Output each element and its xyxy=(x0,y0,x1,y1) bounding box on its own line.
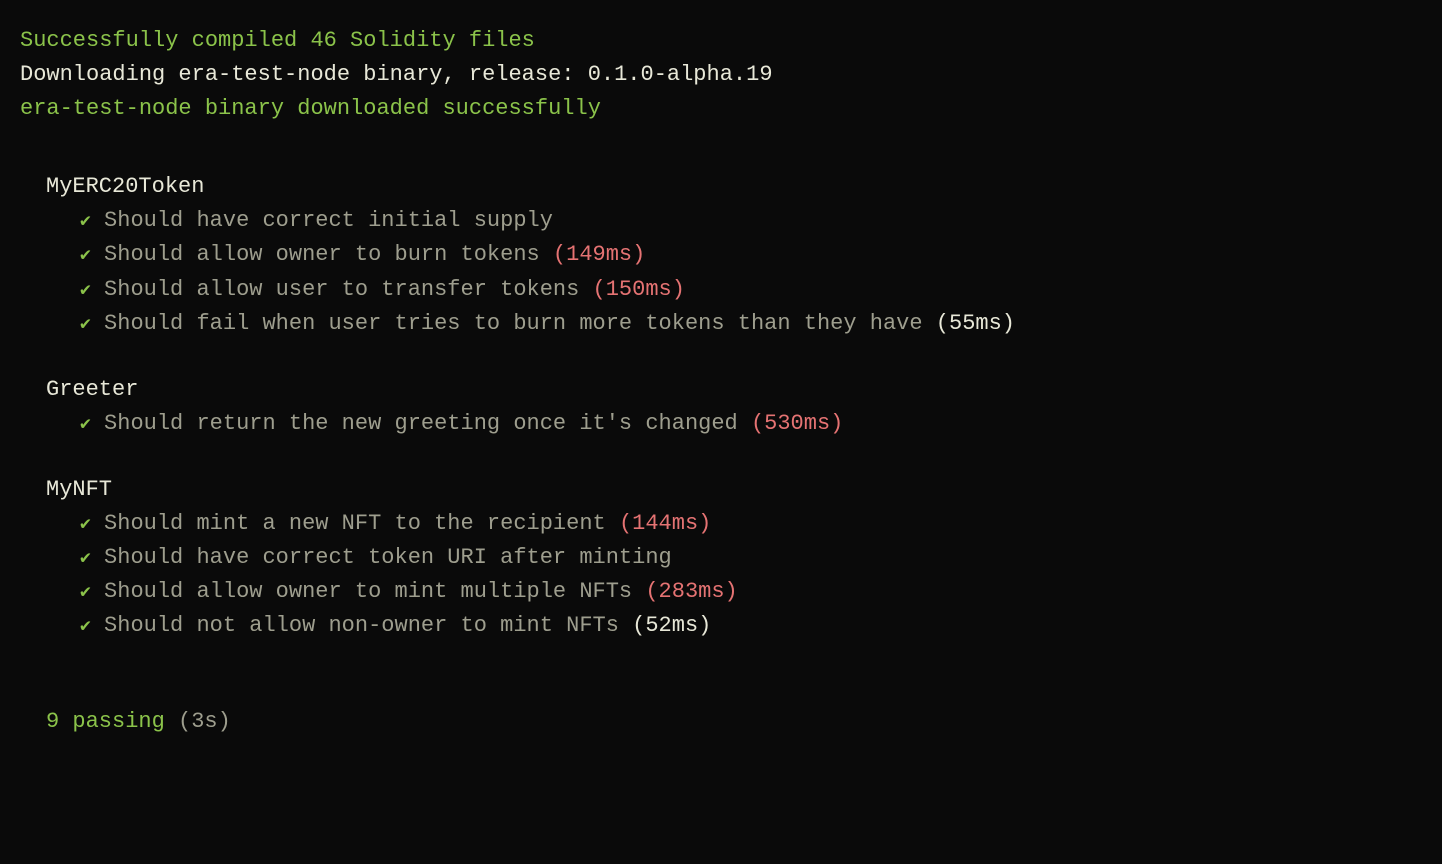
test-description: Should fail when user tries to burn more… xyxy=(104,311,923,336)
test-description: Should allow user to transfer tokens xyxy=(104,277,579,302)
test-duration: (283ms) xyxy=(645,579,737,604)
test-case: ✔ Should allow owner to burn tokens (149… xyxy=(20,238,1422,272)
test-description: Should allow owner to mint multiple NFTs xyxy=(104,579,632,604)
suite-title: MyERC20Token xyxy=(20,170,1422,204)
downloading-line: Downloading era-test-node binary, releas… xyxy=(20,58,1422,92)
test-description: Should mint a new NFT to the recipient xyxy=(104,511,606,536)
test-description: Should have correct initial supply xyxy=(104,208,553,233)
check-icon: ✔ xyxy=(80,617,91,637)
check-icon: ✔ xyxy=(80,315,91,335)
test-description: Should allow owner to burn tokens xyxy=(104,242,540,267)
downloaded-line: era-test-node binary downloaded successf… xyxy=(20,92,1422,126)
test-summary: 9 passing (3s) xyxy=(20,705,1422,739)
test-description: Should return the new greeting once it's… xyxy=(104,411,738,436)
check-icon: ✔ xyxy=(80,583,91,603)
test-case: ✔ Should allow owner to mint multiple NF… xyxy=(20,575,1422,609)
check-icon: ✔ xyxy=(80,281,91,301)
compilation-header: Successfully compiled 46 Solidity files … xyxy=(20,24,1422,126)
test-case: ✔ Should have correct initial supply xyxy=(20,204,1422,238)
check-icon: ✔ xyxy=(80,515,91,535)
test-suites: MyERC20Token✔ Should have correct initia… xyxy=(20,170,1422,643)
test-suite: MyNFT✔ Should mint a new NFT to the reci… xyxy=(20,473,1422,643)
test-case: ✔ Should mint a new NFT to the recipient… xyxy=(20,507,1422,541)
check-icon: ✔ xyxy=(80,549,91,569)
test-description: Should have correct token URI after mint… xyxy=(104,545,672,570)
check-icon: ✔ xyxy=(80,246,91,266)
test-suite: MyERC20Token✔ Should have correct initia… xyxy=(20,170,1422,340)
compiled-line: Successfully compiled 46 Solidity files xyxy=(20,24,1422,58)
test-description: Should not allow non-owner to mint NFTs xyxy=(104,613,619,638)
test-suite: Greeter✔ Should return the new greeting … xyxy=(20,373,1422,441)
suite-title: Greeter xyxy=(20,373,1422,407)
passing-duration: (3s) xyxy=(178,709,231,734)
test-duration: (52ms) xyxy=(632,613,711,638)
test-case: ✔ Should fail when user tries to burn mo… xyxy=(20,307,1422,341)
test-case: ✔ Should return the new greeting once it… xyxy=(20,407,1422,441)
test-duration: (144ms) xyxy=(619,511,711,536)
check-icon: ✔ xyxy=(80,212,91,232)
test-duration: (150ms) xyxy=(593,277,685,302)
passing-count: 9 passing xyxy=(46,709,165,734)
test-duration: (149ms) xyxy=(553,242,645,267)
test-case: ✔ Should have correct token URI after mi… xyxy=(20,541,1422,575)
check-icon: ✔ xyxy=(80,415,91,435)
test-duration: (55ms) xyxy=(936,311,1015,336)
test-duration: (530ms) xyxy=(751,411,843,436)
suite-title: MyNFT xyxy=(20,473,1422,507)
test-case: ✔ Should allow user to transfer tokens (… xyxy=(20,273,1422,307)
test-case: ✔ Should not allow non-owner to mint NFT… xyxy=(20,609,1422,643)
